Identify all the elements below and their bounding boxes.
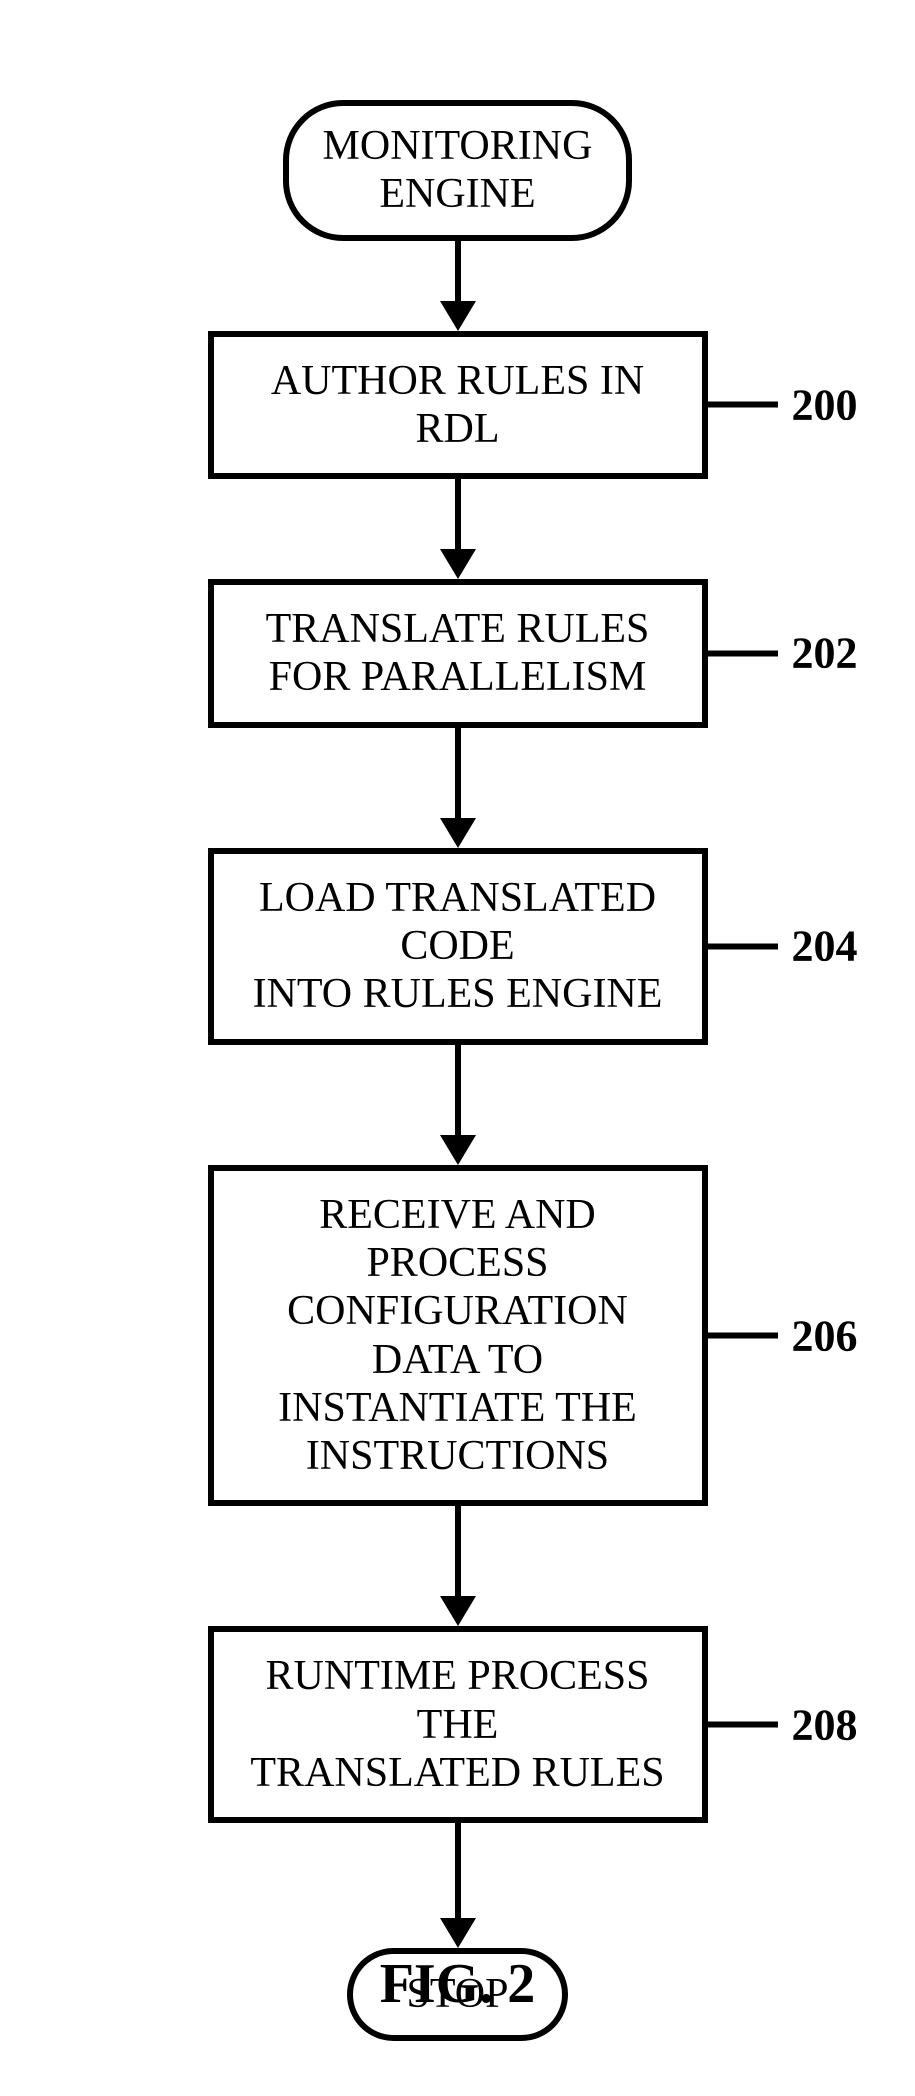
arrow-head-icon [440,549,476,579]
arrow-head-icon [440,1135,476,1165]
flowchart: MONITORINGENGINE AUTHOR RULES IN RDL 200… [208,100,708,2041]
process-step-0: AUTHOR RULES IN RDL [208,331,708,480]
reference-number: 208 [792,1699,858,1750]
process-text: TRANSLATE RULESFOR PARALLELISM [266,606,650,700]
process-text: RECEIVE AND PROCESSCONFIGURATION DATA TO… [278,1192,637,1479]
lead-line [708,943,778,949]
process-step-4: RUNTIME PROCESS THETRANSLATED RULES [208,1626,708,1823]
reference-number: 200 [792,379,858,430]
process-step-3: RECEIVE AND PROCESSCONFIGURATION DATA TO… [208,1165,708,1507]
reference-lead: 208 [708,1699,858,1750]
arrow-head-icon [440,301,476,331]
step-wrap-2: LOAD TRANSLATED CODEINTO RULES ENGINE 20… [208,848,708,1045]
lead-line [708,1333,778,1339]
process-step-1: TRANSLATE RULESFOR PARALLELISM [208,579,708,728]
step-wrap-3: RECEIVE AND PROCESSCONFIGURATION DATA TO… [208,1165,708,1507]
lead-line [708,402,778,408]
process-text: AUTHOR RULES IN RDL [271,358,644,452]
arrow-head-icon [440,818,476,848]
reference-number: 202 [792,628,858,679]
arrow [440,728,476,848]
lead-line [708,1722,778,1728]
arrow-line [455,728,461,818]
reference-lead: 200 [708,379,858,430]
arrow [440,241,476,331]
arrow-line [455,1823,461,1918]
reference-number: 206 [792,1310,858,1361]
arrow-head-icon [440,1918,476,1948]
arrow-head-icon [440,1596,476,1626]
arrow-line [455,1045,461,1135]
process-text: RUNTIME PROCESS THETRANSLATED RULES [250,1653,664,1796]
arrow [440,479,476,579]
arrow-line [455,1506,461,1596]
figure-caption: FIG. 2 [380,1952,536,2016]
reference-lead: 206 [708,1310,858,1361]
step-wrap-1: TRANSLATE RULESFOR PARALLELISM 202 [208,579,708,728]
arrow [440,1045,476,1165]
arrow [440,1506,476,1626]
arrow-line [455,479,461,549]
reference-number: 204 [792,921,858,972]
reference-lead: 204 [708,921,858,972]
lead-line [708,650,778,656]
reference-lead: 202 [708,628,858,679]
terminator-start: MONITORINGENGINE [283,100,633,241]
process-step-2: LOAD TRANSLATED CODEINTO RULES ENGINE [208,848,708,1045]
terminator-start-text: MONITORINGENGINE [323,123,593,217]
step-wrap-4: RUNTIME PROCESS THETRANSLATED RULES 208 [208,1626,708,1823]
step-wrap-0: AUTHOR RULES IN RDL 200 [208,331,708,480]
arrow [440,1823,476,1948]
arrow-line [455,241,461,301]
process-text: LOAD TRANSLATED CODEINTO RULES ENGINE [253,875,663,1018]
